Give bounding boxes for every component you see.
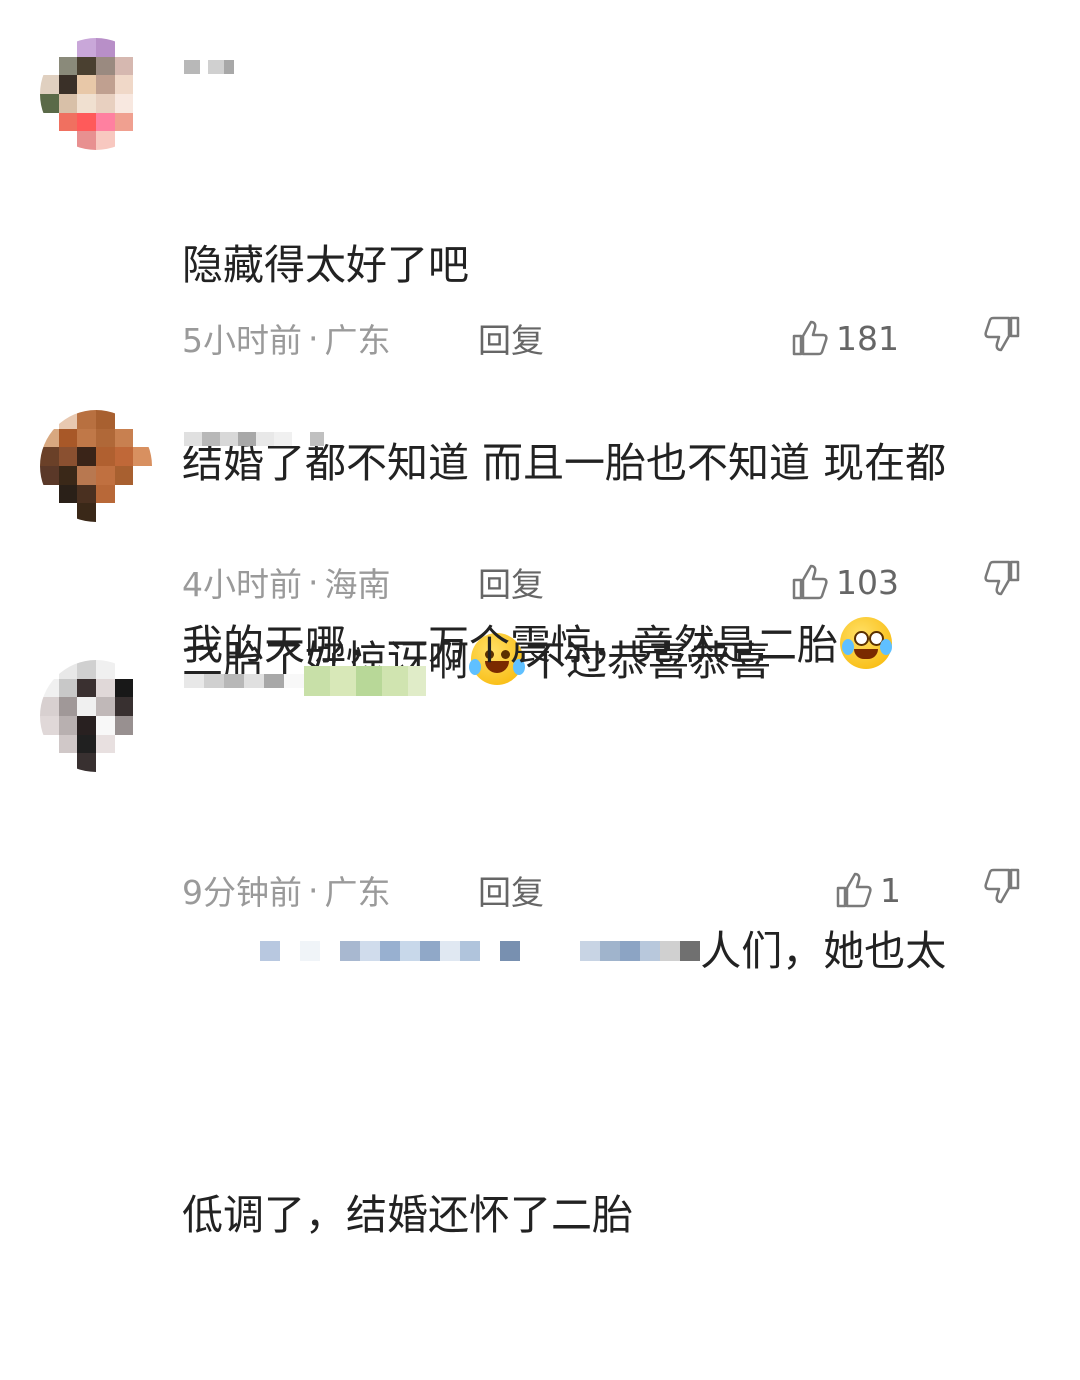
timestamp: 5小时前 bbox=[182, 321, 302, 360]
comment-meta: 5小时前 · 广东 回复 181 bbox=[182, 316, 1042, 360]
reply-button[interactable]: 回复 bbox=[478, 314, 544, 362]
thumbs-down-icon bbox=[984, 868, 1020, 904]
dislike-button[interactable] bbox=[982, 558, 1022, 606]
region-label: 广东 bbox=[324, 873, 391, 912]
comment-line-text: 我的天哪，一万个震惊，竟然是二胎 bbox=[182, 621, 838, 669]
like-count: 1 bbox=[880, 870, 901, 910]
comment-meta: 9分钟前 · 广东 回复 1 bbox=[182, 868, 1042, 912]
blurred-mention bbox=[260, 918, 701, 984]
thumbs-down-icon bbox=[984, 316, 1020, 352]
like-count: 103 bbox=[836, 562, 899, 602]
crying-face-icon bbox=[840, 617, 892, 669]
comment-line-text: 人们，她也太 bbox=[700, 927, 947, 975]
avatar[interactable] bbox=[40, 38, 152, 150]
avatar[interactable] bbox=[40, 660, 152, 772]
username[interactable] bbox=[184, 52, 234, 82]
username[interactable] bbox=[184, 424, 324, 454]
username[interactable] bbox=[184, 666, 426, 696]
dislike-button[interactable] bbox=[982, 866, 1022, 914]
comment-line: 隐藏得太好了吧 bbox=[182, 241, 469, 289]
timestamp: 4小时前 bbox=[182, 565, 302, 604]
separator-dot: · bbox=[308, 870, 319, 910]
thumbs-down-icon bbox=[984, 560, 1020, 596]
like-button[interactable]: 1 bbox=[834, 870, 901, 910]
comment-line: 低调了，结婚还怀了二胎 bbox=[182, 1191, 633, 1239]
avatar[interactable] bbox=[40, 410, 152, 522]
like-count: 181 bbox=[836, 318, 899, 358]
dislike-button[interactable] bbox=[982, 314, 1022, 362]
thumbs-up-icon bbox=[792, 320, 828, 356]
timestamp: 9分钟前 bbox=[182, 873, 302, 912]
thumbs-up-icon bbox=[836, 872, 872, 908]
comment-meta: 4小时前 · 海南 回复 103 bbox=[182, 560, 1042, 604]
like-button[interactable]: 181 bbox=[790, 318, 899, 358]
like-button[interactable]: 103 bbox=[790, 562, 899, 602]
separator-dot: · bbox=[308, 562, 319, 602]
reply-button[interactable]: 回复 bbox=[478, 866, 544, 914]
region-label: 广东 bbox=[324, 321, 391, 360]
comment-text: 人们，她也太 低调了，结婚还怀了二胎 bbox=[182, 720, 1032, 1380]
thumbs-up-icon bbox=[792, 564, 828, 600]
separator-dot: · bbox=[308, 318, 319, 358]
region-label: 海南 bbox=[324, 565, 391, 604]
reply-button[interactable]: 回复 bbox=[478, 558, 544, 606]
